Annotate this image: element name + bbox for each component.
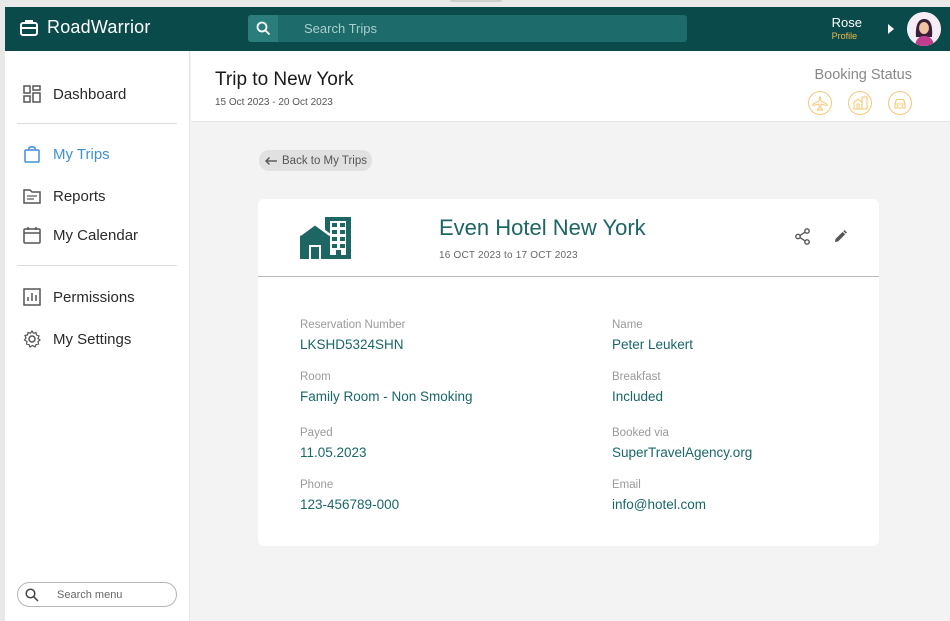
top-bar: RoadWarrior Search Trips Rose Profile: [5, 7, 950, 51]
field-booked-via: Booked via SuperTravelAgency.org: [612, 427, 752, 460]
sidebar-item-my-calendar[interactable]: My Calendar: [23, 224, 138, 246]
search-icon: [256, 21, 270, 36]
bag-icon: [24, 146, 40, 163]
field-label: Room: [300, 371, 331, 383]
app-window: RoadWarrior Search Trips Rose Profile Da…: [5, 7, 950, 621]
share-icon[interactable]: [794, 228, 811, 245]
field-room: Room Family Room - Non Smoking: [300, 371, 473, 404]
app-name: RoadWarrior: [47, 17, 151, 37]
sidebar-item-permissions[interactable]: Permissions: [23, 286, 135, 308]
user-name: Rose: [831, 15, 862, 30]
edit-pencil-icon[interactable]: [833, 228, 849, 244]
sidebar-item-label: My Trips: [53, 145, 110, 163]
hotel-name: Even Hotel New York: [439, 215, 646, 240]
field-label: Payed: [300, 427, 333, 439]
arrow-left-icon: [265, 156, 277, 165]
car-icon[interactable]: [888, 91, 912, 115]
caret-right-icon[interactable]: [888, 24, 894, 34]
sidebar-item-dashboard[interactable]: Dashboard: [23, 83, 126, 105]
field-value: Peter Leukert: [612, 337, 694, 352]
search-input[interactable]: Search Trips: [304, 21, 377, 36]
field-label: Name: [612, 319, 643, 331]
gear-icon: [23, 330, 41, 348]
menu-search-input[interactable]: Search menu: [17, 582, 177, 607]
plane-icon[interactable]: [808, 91, 832, 115]
field-label: Phone: [300, 479, 334, 491]
field-value[interactable]: SuperTravelAgency.org: [612, 445, 752, 460]
chart-icon: [23, 288, 41, 306]
window-notch: [450, 0, 502, 2]
avatar[interactable]: [907, 12, 941, 46]
trip-dates: 15 Oct 2023 - 20 Oct 2023: [215, 97, 333, 108]
back-to-my-trips-link[interactable]: Back to My Trips: [259, 150, 372, 171]
sidebar-item-reports[interactable]: Reports: [23, 185, 106, 207]
sidebar-item-label: Permissions: [53, 288, 135, 306]
dashboard-icon: [23, 85, 41, 103]
sidebar-item-label: My Settings: [53, 330, 132, 348]
folder-icon: [23, 189, 41, 204]
field-label: Reservation Number: [300, 319, 406, 331]
field-value[interactable]: info@hotel.com: [612, 497, 706, 512]
sidebar-item-my-trips[interactable]: My Trips: [23, 143, 110, 165]
back-link-label: Back to My Trips: [282, 154, 367, 167]
search-bar[interactable]: Search Trips: [248, 15, 687, 42]
hotel-booking-card: Even Hotel New York 16 OCT 2023 to 17 OC…: [258, 199, 879, 546]
trip-header: Trip to New York 15 Oct 2023 - 20 Oct 20…: [191, 51, 950, 122]
field-value: Family Room - Non Smoking: [300, 389, 473, 404]
field-email: Email info@hotel.com: [612, 479, 706, 512]
user-menu[interactable]: Rose Profile: [832, 15, 862, 41]
menu-search-placeholder: Search menu: [57, 588, 123, 601]
calendar-icon: [23, 227, 41, 244]
field-name: Name Peter Leukert: [612, 319, 693, 352]
field-value: LKSHD5324SHN: [300, 337, 404, 352]
field-breakfast: Breakfast Included: [612, 371, 663, 404]
sidebar-item-label: My Calendar: [53, 226, 139, 244]
brand[interactable]: RoadWarrior: [19, 17, 151, 38]
profile-link[interactable]: Profile: [832, 31, 862, 41]
field-payed: Payed 11.05.2023: [300, 427, 367, 460]
page-title: Trip to New York: [215, 69, 354, 90]
field-reservation-number: Reservation Number LKSHD5324SHN: [300, 319, 405, 352]
stay-dates: 16 OCT 2023 to 17 OCT 2023: [439, 250, 578, 261]
field-value: 11.05.2023: [300, 445, 367, 460]
field-label: Breakfast: [612, 371, 661, 383]
field-value: Included: [612, 389, 664, 404]
field-value[interactable]: 123-456789-000: [300, 497, 399, 512]
sidebar-divider: [17, 265, 177, 266]
sidebar-item-label: Reports: [53, 187, 106, 205]
booking-status-label: Booking Status: [814, 67, 912, 83]
field-label: Email: [612, 479, 641, 491]
hotel-icon[interactable]: [848, 91, 872, 115]
field-phone: Phone 123-456789-000: [300, 479, 399, 512]
card-header: Even Hotel New York 16 OCT 2023 to 17 OC…: [258, 199, 879, 277]
field-label: Booked via: [612, 427, 669, 439]
sidebar-divider: [17, 123, 177, 124]
briefcase-icon: [20, 19, 38, 36]
search-button[interactable]: [248, 15, 278, 42]
sidebar: Dashboard My Trips Reports My Calendar P…: [5, 51, 190, 621]
search-icon: [25, 587, 39, 602]
sidebar-item-label: Dashboard: [53, 85, 127, 103]
hotel-building-icon: [299, 217, 351, 259]
sidebar-item-my-settings[interactable]: My Settings: [23, 328, 131, 350]
